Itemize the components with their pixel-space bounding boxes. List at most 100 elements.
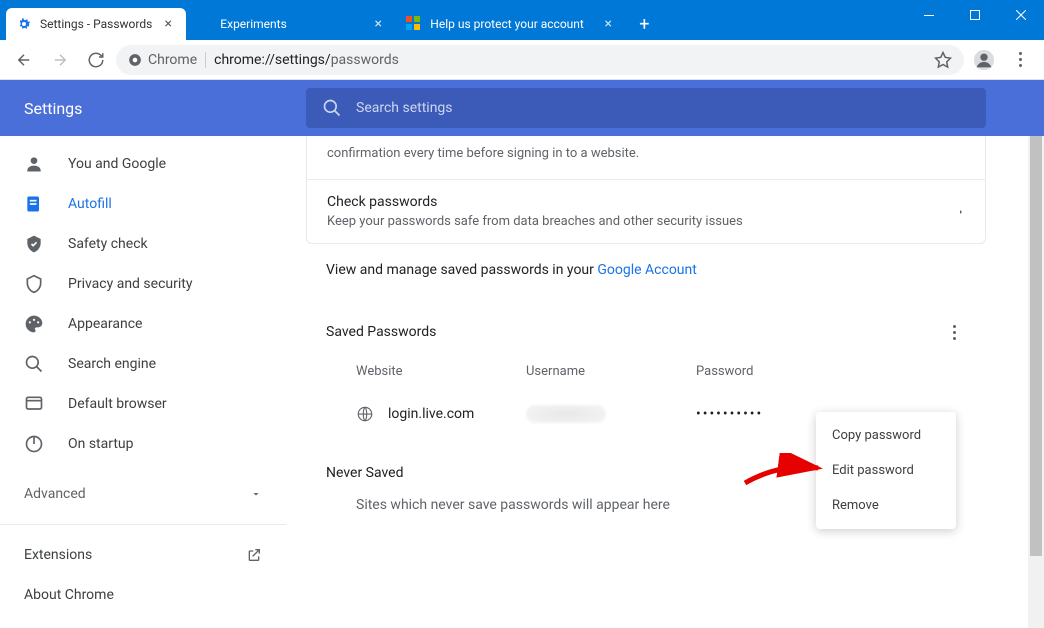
chrome-icon (128, 53, 142, 67)
username-cell (526, 405, 696, 423)
ms-icon (406, 16, 422, 32)
sidebar-item-search-engine[interactable]: Search engine (0, 344, 286, 384)
sidebar-item-label: On startup (68, 436, 134, 452)
profile-avatar[interactable] (968, 44, 1000, 76)
close-button[interactable] (998, 0, 1044, 30)
sidebar-item-privacy-security[interactable]: Privacy and security (0, 264, 286, 304)
settings-panel: confirmation every time before signing i… (286, 80, 1044, 628)
search-icon (322, 98, 342, 118)
tab-label: Help us protect your account (430, 17, 592, 31)
check-passwords-title: Check passwords (327, 194, 945, 210)
password-context-menu: Copy password Edit password Remove (816, 412, 956, 529)
reload-button[interactable] (80, 44, 112, 76)
site-chip: Chrome (128, 52, 197, 68)
tab-strip: Settings - Passwords × Experiments × Hel… (0, 0, 658, 40)
maximize-button[interactable] (952, 0, 998, 30)
sidebar-advanced-toggle[interactable]: Advanced (0, 474, 286, 514)
sidebar-item-extensions[interactable]: Extensions (0, 535, 286, 575)
separator (205, 52, 206, 68)
check-passwords-sub: Keep your passwords safe from data breac… (327, 214, 945, 229)
browser-toolbar: Chrome chrome://settings/passwords (0, 40, 1044, 80)
check-passwords-row[interactable]: Check passwords Keep your passwords safe… (307, 180, 985, 243)
settings-search[interactable] (306, 88, 986, 128)
settings-main: confirmation every time before signing i… (286, 136, 1044, 628)
shield-icon (24, 274, 44, 294)
sidebar-item-label: Search engine (68, 356, 156, 372)
sidebar-item-on-startup[interactable]: On startup (0, 424, 286, 464)
sidebar-item-label: Default browser (68, 396, 167, 412)
site-name: login.live.com (388, 406, 474, 422)
annotation-arrow (740, 453, 830, 493)
google-account-link[interactable]: Google Account (597, 262, 696, 278)
extensions-label: Extensions (24, 547, 92, 563)
col-password: Password (696, 364, 966, 379)
sidebar-item-label: You and Google (68, 156, 166, 172)
advanced-label: Advanced (24, 486, 86, 502)
tab-experiments[interactable]: Experiments × (186, 8, 396, 40)
view-manage-text: View and manage saved passwords in your … (306, 244, 986, 296)
browser-icon (24, 394, 44, 414)
sidebar-nav: You and Google Autofill Safety check Pri… (0, 136, 286, 615)
passwords-card: confirmation every time before signing i… (306, 136, 986, 244)
sidebar-item-you-and-google[interactable]: You and Google (0, 144, 286, 184)
forward-button[interactable] (44, 44, 76, 76)
globe-icon (356, 405, 374, 423)
close-icon[interactable]: × (600, 16, 616, 32)
saved-passwords-header: Saved Passwords (306, 296, 986, 352)
sidebar-item-label: Safety check (68, 236, 148, 252)
safety-icon (24, 234, 44, 254)
close-icon[interactable]: × (160, 16, 176, 32)
vertical-scrollbar[interactable] (1028, 136, 1044, 628)
saved-passwords-title: Saved Passwords (326, 324, 436, 340)
saved-passwords-menu-button[interactable] (942, 325, 966, 340)
sidebar-item-default-browser[interactable]: Default browser (0, 384, 286, 424)
col-username: Username (526, 364, 696, 379)
chevron-down-icon (250, 488, 262, 500)
sidebar: Settings You and Google Autofill Safety … (0, 80, 286, 628)
window-titlebar: Settings - Passwords × Experiments × Hel… (0, 0, 1044, 40)
sidebar-item-appearance[interactable]: Appearance (0, 304, 286, 344)
continuation-text: confirmation every time before signing i… (307, 136, 985, 180)
passwords-table-header: Website Username Password (306, 352, 986, 391)
person-icon (24, 154, 44, 174)
power-icon (24, 434, 44, 454)
autofill-icon (24, 194, 44, 214)
sidebar-item-about-chrome[interactable]: About Chrome (0, 575, 286, 615)
chevron-right-icon (957, 206, 965, 218)
content-area: Settings You and Google Autofill Safety … (0, 80, 1044, 628)
search-bar-container (286, 80, 1044, 136)
col-website: Website (326, 364, 526, 379)
menu-copy-password[interactable]: Copy password (816, 418, 956, 453)
tab-label: Settings - Passwords (40, 17, 152, 31)
tab-label: Experiments (220, 17, 362, 31)
search-input[interactable] (356, 100, 970, 116)
scrollbar-thumb[interactable] (1030, 136, 1042, 556)
sidebar-item-label: Autofill (68, 196, 112, 212)
tab-help-protect[interactable]: Help us protect your account × (396, 8, 626, 40)
about-label: About Chrome (24, 587, 114, 603)
chrome-menu-button[interactable] (1004, 44, 1036, 76)
sidebar-header: Settings (0, 80, 286, 136)
tab-settings-passwords[interactable]: Settings - Passwords × (6, 8, 186, 40)
bookmark-star-icon[interactable] (934, 51, 952, 69)
new-tab-button[interactable]: + (630, 10, 658, 38)
palette-icon (24, 314, 44, 334)
minimize-button[interactable] (906, 0, 952, 30)
back-button[interactable] (8, 44, 40, 76)
window-controls (906, 0, 1044, 30)
sidebar-item-safety-check[interactable]: Safety check (0, 224, 286, 264)
search-icon (24, 354, 44, 374)
menu-edit-password[interactable]: Edit password (816, 453, 956, 488)
url-text: chrome://settings/passwords (214, 52, 399, 68)
sidebar-title: Settings (24, 99, 82, 118)
external-link-icon (246, 547, 262, 563)
gear-icon (16, 16, 32, 32)
sidebar-item-label: Privacy and security (68, 276, 192, 292)
flask-icon (196, 16, 212, 32)
sidebar-item-autofill[interactable]: Autofill (0, 184, 286, 224)
divider (0, 524, 286, 525)
sidebar-item-label: Appearance (68, 316, 142, 332)
close-icon[interactable]: × (370, 16, 386, 32)
address-bar[interactable]: Chrome chrome://settings/passwords (116, 45, 964, 75)
menu-remove[interactable]: Remove (816, 488, 956, 523)
